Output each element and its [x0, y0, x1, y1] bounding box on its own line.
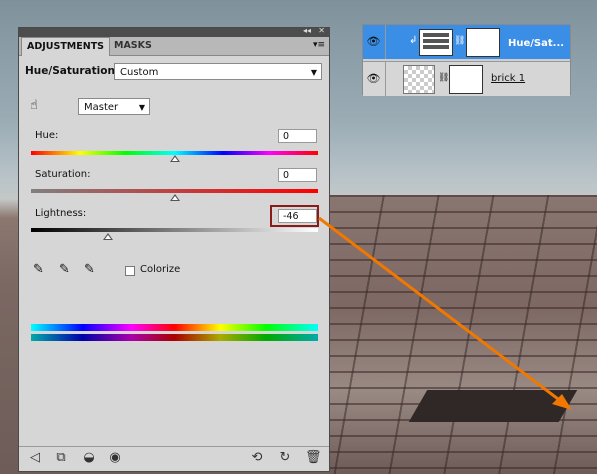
annotation-arrow [318, 216, 572, 410]
annotation-arrow-line [318, 216, 563, 404]
